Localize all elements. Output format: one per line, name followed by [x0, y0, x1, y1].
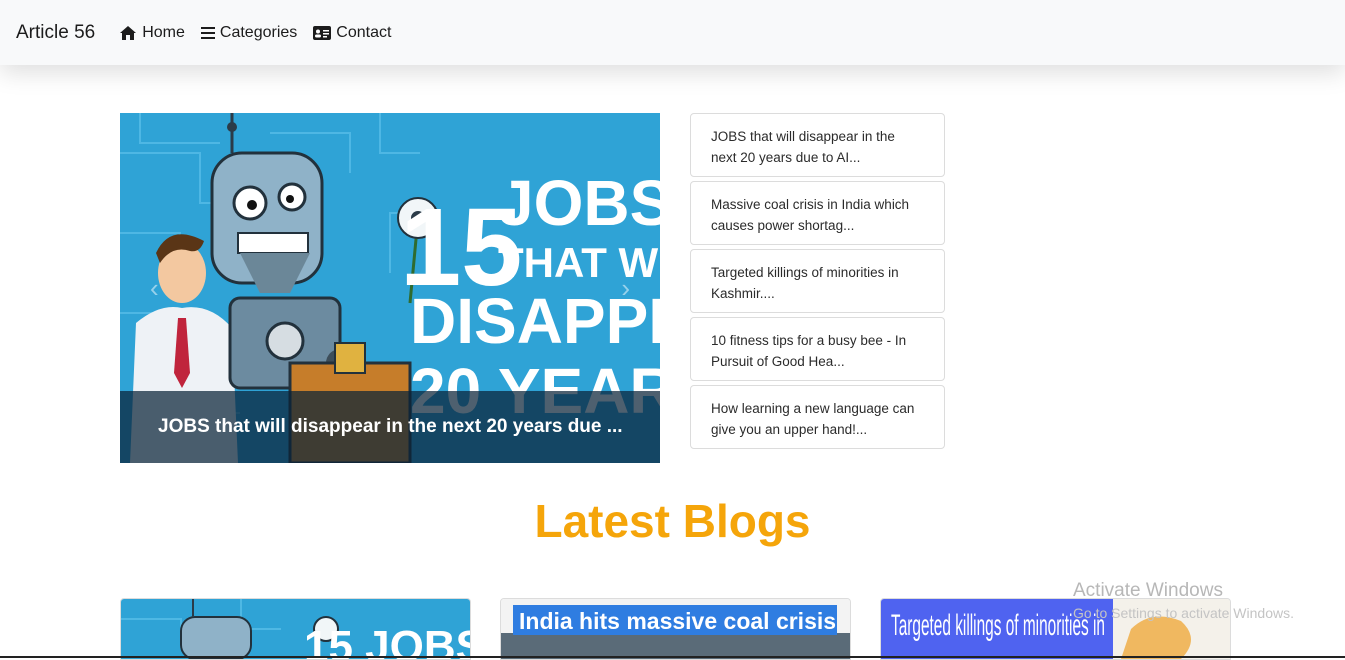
card-image-text: India hits massive coal crisis	[519, 608, 836, 634]
list-item[interactable]: JOBS that will disappear in the next 20 …	[690, 113, 945, 177]
nav-contact-link[interactable]: Contact	[313, 24, 391, 42]
featured-carousel[interactable]: 15 JOBS THAT WILL DISAPPEAR 20 YEARS ‹ ›…	[120, 113, 660, 463]
card-image: 15 JOBS	[121, 599, 470, 659]
list-item[interactable]: Targeted killings of minorities in Kashm…	[690, 249, 945, 313]
navbar: Article 56 Home Categories Contact	[0, 0, 1345, 65]
blog-card[interactable]: India hits massive coal crisis	[500, 598, 851, 660]
nav-contact-label: Contact	[336, 23, 392, 41]
address-card-icon	[313, 25, 332, 40]
home-icon	[119, 25, 137, 41]
card-image-text: 15 JOBS	[304, 622, 470, 659]
list-icon	[200, 26, 215, 40]
nav-home-label: Home	[142, 23, 185, 41]
nav-home-link[interactable]: Home	[119, 24, 185, 42]
list-item[interactable]: How learning a new language can give you…	[690, 385, 945, 449]
activate-windows-title: Activate Windows	[1073, 580, 1223, 601]
list-item[interactable]: Massive coal crisis in India which cause…	[690, 181, 945, 245]
carousel-prev-icon[interactable]: ‹	[150, 273, 159, 304]
brand-link[interactable]: Article 56	[16, 22, 95, 44]
nav-categories-label: Categories	[219, 23, 298, 41]
blog-card[interactable]: 15 JOBS	[120, 598, 471, 660]
recent-posts-list: JOBS that will disappear in the next 20 …	[690, 113, 945, 453]
activate-windows-subtitle: Go to Settings to activate Windows.	[1073, 605, 1294, 621]
image-line1: JOBS	[498, 167, 660, 239]
image-line2: THAT WILL	[498, 239, 660, 286]
carousel-caption[interactable]: JOBS that will disappear in the next 20 …	[120, 391, 660, 463]
latest-blogs-heading: Latest Blogs	[534, 495, 811, 547]
card-image: India hits massive coal crisis	[501, 599, 850, 659]
list-item[interactable]: 10 fitness tips for a busy bee - In Purs…	[690, 317, 945, 381]
nav-categories-link[interactable]: Categories	[200, 23, 298, 42]
carousel-next-icon[interactable]: ›	[621, 273, 630, 304]
